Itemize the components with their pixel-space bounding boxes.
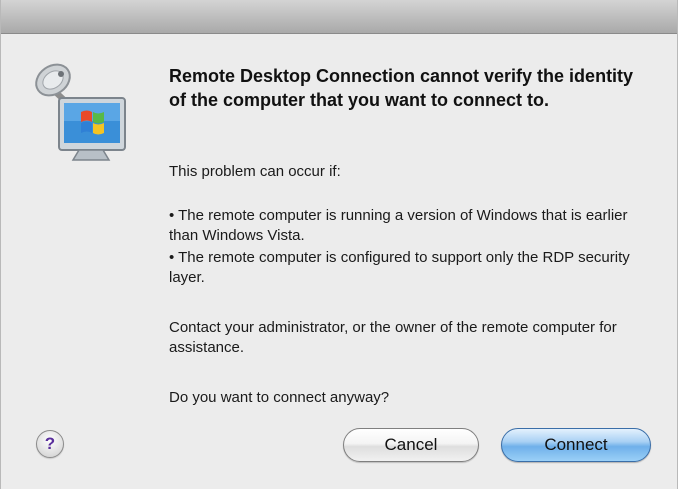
connect-button-label: Connect bbox=[544, 435, 608, 454]
help-button[interactable]: ? bbox=[36, 430, 64, 458]
intro-text: This problem can occur if: bbox=[169, 163, 341, 180]
title-bar[interactable] bbox=[1, 0, 677, 34]
question-text: Do you want to connect anyway? bbox=[169, 389, 390, 406]
cancel-button-label: Cancel bbox=[384, 435, 438, 454]
bullet-item: • The remote computer is configured to s… bbox=[169, 249, 630, 286]
dialog-heading: Remote Desktop Connection cannot verify … bbox=[169, 66, 634, 110]
cancel-button[interactable]: Cancel bbox=[343, 428, 479, 462]
connect-button[interactable]: Connect bbox=[501, 428, 651, 462]
bullet-item: • The remote computer is running a versi… bbox=[169, 207, 628, 244]
contact-text: Contact your administrator, or the owner… bbox=[169, 319, 617, 356]
remote-desktop-icon bbox=[35, 63, 126, 161]
dialog-window: Remote Desktop Connection cannot verify … bbox=[0, 0, 678, 489]
help-icon: ? bbox=[44, 434, 56, 453]
